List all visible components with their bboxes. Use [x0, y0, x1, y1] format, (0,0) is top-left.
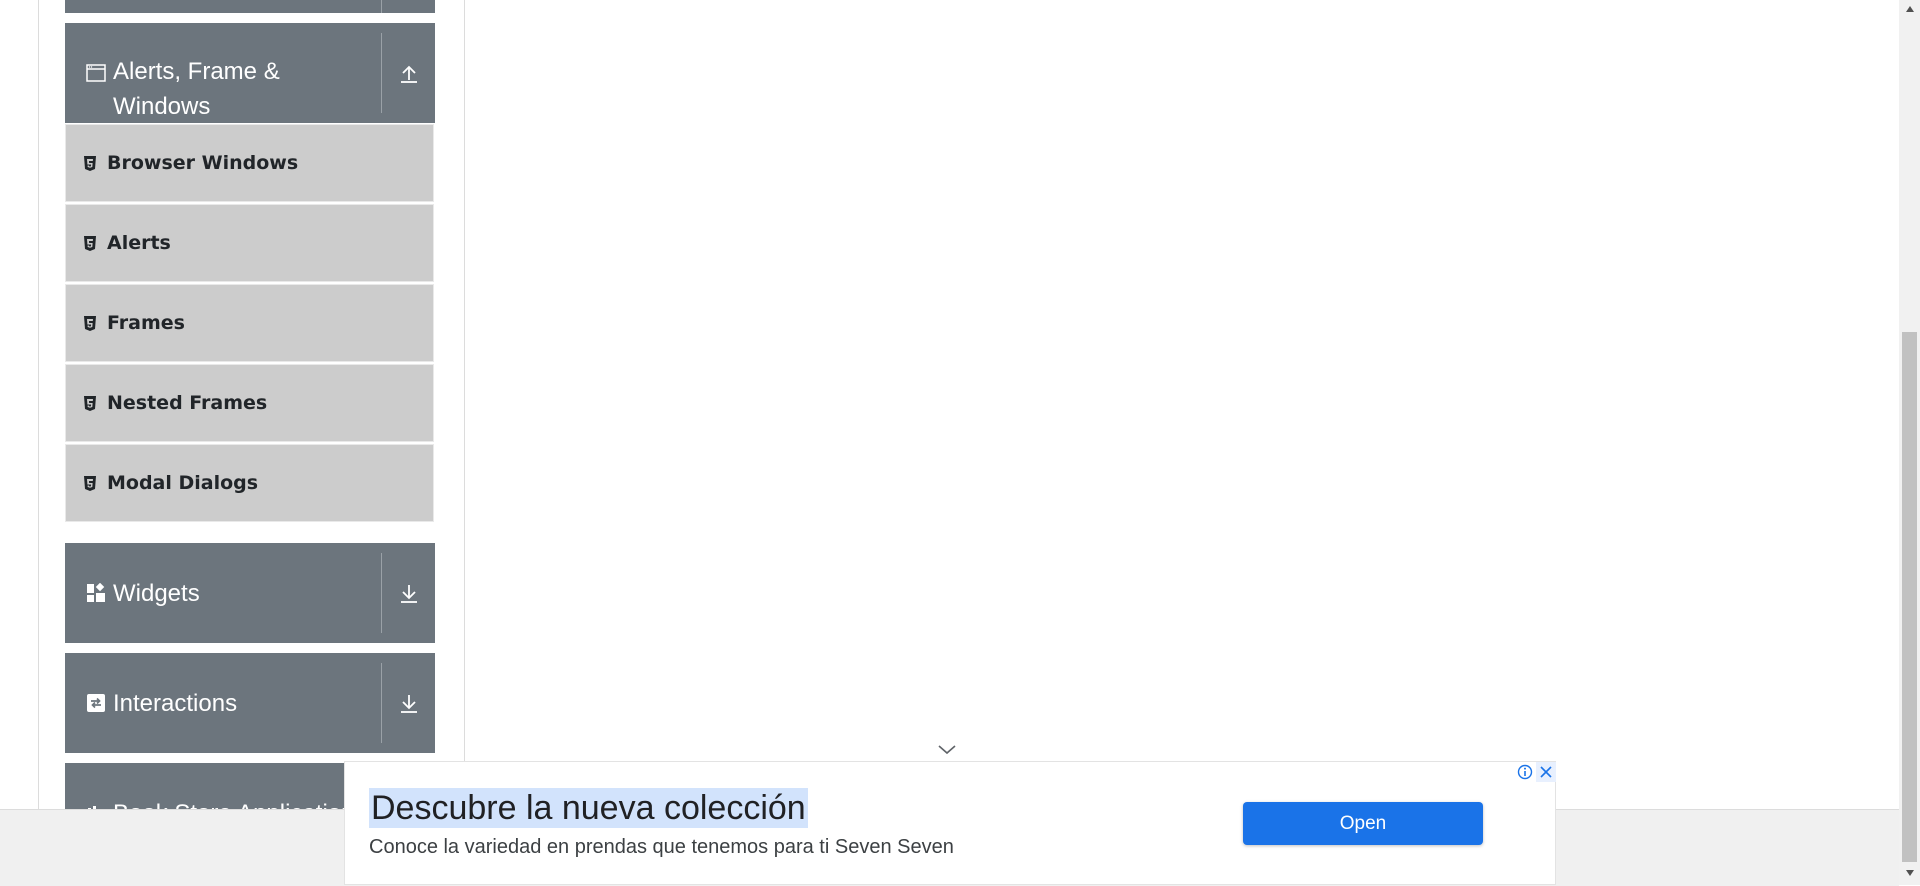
book-store-icon [85, 803, 107, 809]
ad-description[interactable]: Conoce la variedad en prendas que tenemo… [369, 836, 954, 859]
vertical-scrollbar[interactable] [1899, 0, 1920, 885]
sidebar-item-nested-frames[interactable]: Nested Frames [65, 364, 434, 442]
group-title: Alerts, Frame & Windows [113, 54, 381, 124]
group-alerts-frame-windows[interactable]: Alerts, Frame & Windows [65, 23, 435, 123]
group-title: Interactions [113, 689, 238, 717]
scroll-down-arrow-icon[interactable] [1899, 866, 1920, 880]
chevron-down-icon[interactable] [937, 742, 957, 756]
scrollbar-thumb[interactable] [1902, 332, 1917, 862]
group-title-line1: Alerts, Frame & [113, 58, 280, 85]
html5-icon [83, 154, 97, 172]
ad-open-button[interactable]: Open [1243, 802, 1483, 845]
ad-banner[interactable]: Descubre la nueva colección Conoce la va… [344, 761, 1556, 885]
group-widgets[interactable]: Widgets [65, 543, 435, 643]
ad-title[interactable]: Descubre la nueva colección [369, 788, 808, 828]
html5-icon [83, 474, 97, 492]
html5-icon [83, 394, 97, 412]
interactions-icon [85, 692, 107, 714]
info-icon[interactable] [1515, 762, 1535, 782]
group-divider [381, 0, 382, 13]
sidebar-item-browser-windows[interactable]: Browser Windows [65, 124, 434, 202]
sidebar-item-frames[interactable]: Frames [65, 284, 434, 362]
sidebar-item-label: Alerts [107, 232, 171, 254]
group-title: Widgets [113, 579, 200, 607]
page-left-border [38, 0, 39, 810]
collapse-up-icon[interactable] [382, 23, 435, 123]
widgets-icon [85, 582, 107, 604]
html5-icon [83, 234, 97, 252]
previous-group-header[interactable] [65, 0, 435, 13]
window-icon [85, 62, 107, 84]
sidebar-item-modal-dialogs[interactable]: Modal Dialogs [65, 444, 434, 522]
close-icon[interactable] [1536, 762, 1556, 782]
html5-icon [83, 314, 97, 332]
sidebar-item-label: Frames [107, 312, 185, 334]
sidebar-item-label: Modal Dialogs [107, 472, 259, 494]
sidebar-item-label: Nested Frames [107, 392, 268, 414]
group-title-line2: Windows [113, 93, 211, 120]
group-interactions[interactable]: Interactions [65, 653, 435, 753]
sidebar-right-border [464, 0, 465, 810]
expand-down-icon[interactable] [382, 543, 435, 643]
expand-down-icon[interactable] [382, 653, 435, 753]
sidebar-item-alerts[interactable]: Alerts [65, 204, 434, 282]
sidebar-item-label: Browser Windows [107, 152, 299, 174]
scroll-up-arrow-icon[interactable] [1899, 2, 1920, 16]
